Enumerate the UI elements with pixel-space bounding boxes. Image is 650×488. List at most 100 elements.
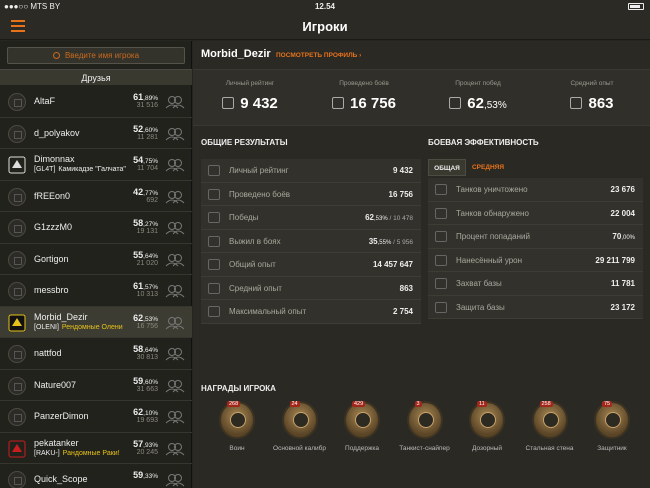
battles-icon [208, 188, 220, 200]
friend-row[interactable]: PanzerDimon 62,10% 19 693 [0, 401, 192, 433]
overall-results-title: ОБЩИЕ РЕЗУЛЬТАТЫ [201, 138, 288, 147]
stat-value-int: 22 004 [610, 208, 635, 218]
tab-overall[interactable]: ОБЩАЯ [428, 159, 466, 176]
stat-row: Танков обнаружено 22 004 [428, 202, 643, 225]
defense-flag-icon [435, 301, 447, 313]
stat-row: Захват базы 11 781 [428, 272, 643, 296]
friends-icon[interactable] [165, 190, 185, 204]
friends-icon[interactable] [165, 316, 185, 330]
stat-label: Выжил в боях [229, 236, 281, 246]
friend-name: AltaF [34, 96, 56, 106]
win-rate: 55,64% [133, 250, 158, 260]
stat-value: 70,00% [612, 232, 635, 241]
stat-label: Максимальный опыт [229, 307, 307, 316]
capture-flag-icon [435, 278, 447, 289]
medal-icon: 3 [406, 401, 443, 439]
friend-row[interactable]: G1zzzM0 58,27% 19 131 [0, 212, 192, 244]
win-rate: 62,53% [133, 313, 158, 323]
stat-label: Танков уничтожено [456, 185, 528, 194]
win-rate-int: 59 [133, 470, 144, 480]
friend-row[interactable]: AltaF 61,89% 31 516 [0, 86, 192, 118]
stat-label: Средний опыт [229, 283, 282, 293]
award-label: Дозорный [471, 445, 503, 452]
friends-icon[interactable] [165, 410, 185, 424]
friend-row[interactable]: Morbid_Dezir [OLENI] Рендомные Олени 62,53%… [0, 306, 192, 338]
award-item[interactable]: 11 Дозорный [459, 401, 515, 452]
win-rate-int: 42 [133, 186, 144, 197]
win-rate: 59,60% [133, 376, 158, 386]
friend-row[interactable]: Dimonnax [GL4T] Камикадзе "Галчата" 54,75% 1… [0, 149, 192, 181]
win-rate-dec: ,64% [143, 347, 158, 354]
friend-row[interactable]: nattfod 58,64% 30 813 [0, 338, 192, 370]
friend-row[interactable]: Gortigon 55,64% 21 020 [0, 244, 192, 275]
award-count: 429 [352, 401, 366, 407]
stat-value-int: 29 211 799 [595, 255, 635, 265]
win-rate-dec: ,89% [143, 95, 158, 102]
friends-icon[interactable] [165, 127, 185, 141]
friend-row[interactable]: Quick_Scope 59,33% [0, 464, 192, 488]
friends-icon[interactable] [165, 253, 185, 267]
stat-row: Нанесённый урон 29 211 799 [428, 249, 643, 272]
win-rate: 52,60% [133, 124, 158, 134]
battle-count: 692 [146, 196, 158, 204]
view-profile-link[interactable]: ПОСМОТРЕТЬ ПРОФИЛЬ › [276, 52, 361, 59]
avg-xp-icon [570, 97, 583, 109]
award-label: Защитник [597, 445, 627, 452]
stat-value-int: 23 172 [610, 302, 635, 312]
stat-value: 9 432 [393, 166, 413, 175]
friend-row[interactable]: d_polyakov 52,60% 11 281 [0, 118, 192, 149]
win-rate-int: 62 [133, 312, 144, 323]
stat-value-int: 14 457 647 [372, 260, 413, 269]
medal-icon: 268 [219, 401, 255, 439]
stat-value-sub: / 5 956 [391, 238, 413, 246]
award-item[interactable]: 24 Основной калибр [272, 401, 328, 452]
friend-name: G1zzzM0 [34, 222, 73, 232]
win-rate-dec: ,10% [143, 410, 158, 417]
friend-name: Quick_Scope [34, 474, 88, 484]
friend-clan: [OLENI] Рендомные Олени [34, 324, 123, 331]
win-rate-dec: ,93% [143, 441, 158, 449]
friends-icon[interactable] [165, 379, 185, 393]
award-count: 3 [414, 401, 422, 407]
friend-row[interactable]: messbro 61,57% 10 313 [0, 275, 192, 307]
player-search-input[interactable]: Введите имя игрока [7, 47, 185, 64]
stat-label: Танков обнаружено [456, 208, 529, 218]
award-count: 11 [477, 401, 487, 407]
award-item[interactable]: 3 Танкист-снайпер [397, 401, 453, 452]
award-item[interactable]: 429 Поддержка [334, 401, 390, 452]
friend-clan: [RAKU-] Рандомные Раки! [34, 450, 120, 457]
friends-icon[interactable] [165, 347, 185, 361]
friends-icon[interactable] [165, 284, 185, 298]
win-rate: 61,89% [133, 92, 158, 102]
award-item[interactable]: 258 Стальная стена [522, 401, 578, 452]
win-rate: 58,64% [133, 344, 158, 354]
win-rate: 42,77% [133, 187, 158, 197]
clan-emblem-icon [8, 156, 26, 174]
clock: 12.54 [314, 2, 336, 11]
friends-icon[interactable] [165, 442, 185, 456]
friends-icon[interactable] [165, 221, 185, 235]
friends-icon[interactable] [165, 95, 185, 109]
spotted-tank-icon [435, 207, 447, 219]
player-profile: Morbid_Dezir ПОСМОТРЕТЬ ПРОФИЛЬ › Личный… [193, 41, 650, 488]
friends-icon[interactable] [165, 473, 185, 487]
stat-value-dec: ,53% [374, 216, 388, 222]
award-item[interactable]: 268 Воин [209, 401, 265, 452]
award-count: 75 [602, 401, 613, 407]
clan-tag: [RAKU-] [34, 449, 60, 457]
award-item[interactable]: 75 Защитник [584, 401, 640, 452]
friend-row[interactable]: fREEon0 42,77% 692 [0, 181, 192, 212]
search-placeholder: Введите имя игрока [64, 51, 140, 60]
win-rate-dec: ,27% [143, 221, 158, 228]
award-label: Основной калибр [273, 445, 326, 452]
friend-row[interactable]: pekatanker [RAKU-] Рандомные Раки! 57,93% 20… [0, 433, 192, 464]
friend-row[interactable]: Nature007 59,60% 31 663 [0, 370, 192, 401]
win-rate-int: 59 [133, 375, 144, 386]
stat-value: 23 676 [611, 185, 635, 194]
stat-label: Нанесённый урон [456, 255, 523, 265]
summary-avg-xp: Средний опыт 863 [535, 70, 649, 127]
tab-average[interactable]: СРЕДНЯЯ [468, 159, 508, 176]
stat-value: 2 754 [393, 307, 413, 316]
friends-icon[interactable] [165, 158, 185, 172]
battle-count: 30 813 [136, 354, 158, 361]
